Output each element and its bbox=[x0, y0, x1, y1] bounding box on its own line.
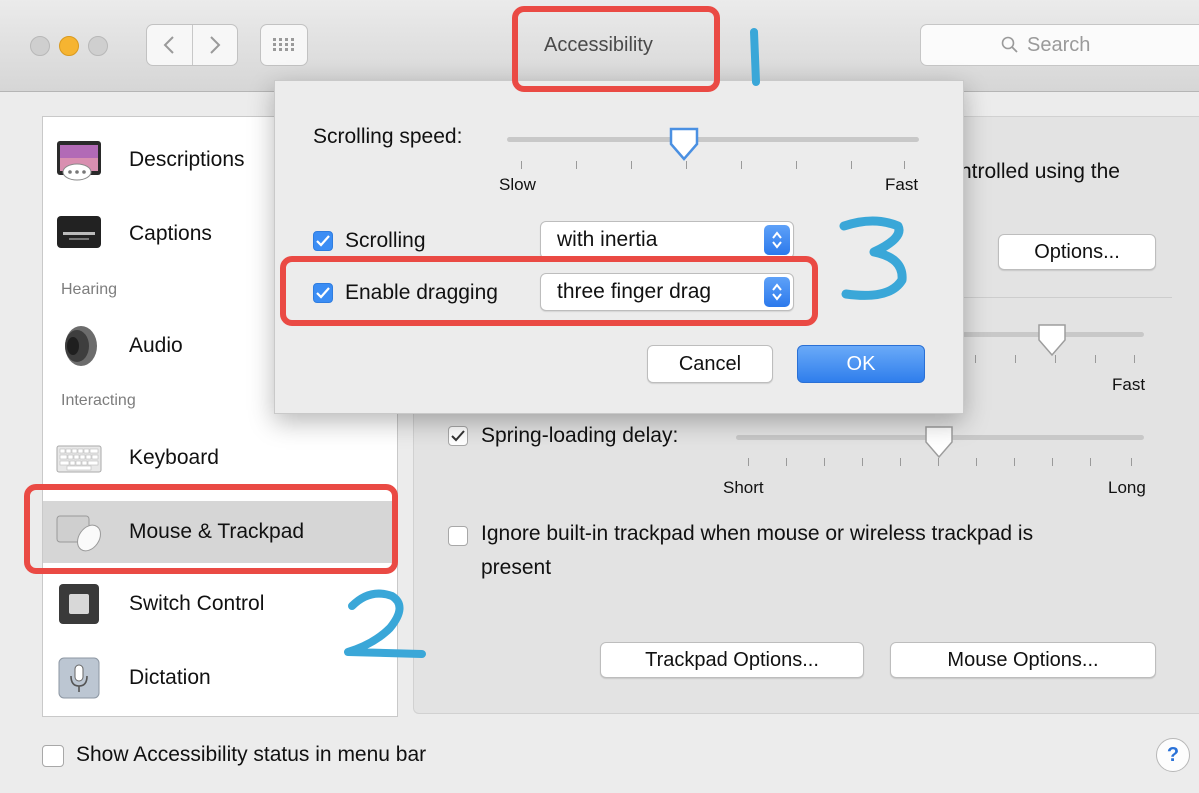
spring-loading-long-label: Long bbox=[1108, 478, 1146, 497]
spring-loading-checkbox[interactable] bbox=[448, 426, 468, 446]
ok-button[interactable]: OK bbox=[797, 345, 925, 383]
show-all-button[interactable] bbox=[260, 24, 308, 66]
ignore-trackpad-label: Ignore built-in trackpad when mouse or w… bbox=[481, 522, 1034, 545]
sidebar-item-keyboard[interactable]: Keyboard bbox=[43, 427, 397, 489]
sidebar-item-label: Audio bbox=[129, 334, 183, 357]
speed-slider-thumb[interactable] bbox=[1036, 322, 1068, 358]
panel-description-text: ntrolled using the bbox=[960, 160, 1120, 183]
ignore-trackpad-label-line2: present bbox=[481, 556, 552, 579]
navigation-buttons bbox=[146, 24, 238, 66]
annotation-box-sidebar bbox=[24, 484, 398, 574]
sidebar-item-label: Dictation bbox=[129, 666, 211, 689]
scrolling-label: Scrolling bbox=[345, 229, 426, 252]
sidebar-item-label: Captions bbox=[129, 222, 212, 245]
scrolling-speed-slider-thumb[interactable] bbox=[667, 125, 701, 163]
chevron-right-icon bbox=[210, 36, 221, 54]
chevron-left-icon bbox=[163, 36, 174, 54]
grid-icon bbox=[273, 38, 294, 51]
scrolling-mode-select[interactable]: with inertia bbox=[540, 221, 794, 259]
options-button[interactable]: Options... bbox=[998, 234, 1156, 270]
back-button[interactable] bbox=[147, 25, 192, 65]
forward-button[interactable] bbox=[191, 25, 238, 65]
sidebar-section-interacting: Interacting bbox=[61, 392, 136, 409]
annotation-number-1 bbox=[750, 28, 760, 86]
help-button[interactable]: ? bbox=[1156, 738, 1190, 772]
sidebar-item-label: Descriptions bbox=[129, 148, 245, 171]
sidebar-item-label: Switch Control bbox=[129, 592, 265, 615]
spring-loading-short-label: Short bbox=[723, 478, 764, 497]
trackpad-options-button[interactable]: Trackpad Options... bbox=[600, 642, 864, 678]
microphone-icon bbox=[55, 654, 103, 702]
sidebar-section-hearing: Hearing bbox=[61, 281, 118, 298]
checkmark-icon bbox=[316, 235, 330, 247]
cancel-button[interactable]: Cancel bbox=[647, 345, 773, 383]
keyboard-icon bbox=[55, 434, 103, 482]
annotation-number-2 bbox=[344, 589, 426, 658]
scrolling-checkbox[interactable] bbox=[313, 231, 333, 251]
sidebar-item-label: Keyboard bbox=[129, 446, 219, 469]
search-placeholder: Search bbox=[1027, 33, 1091, 56]
speed-fast-label: Fast bbox=[1112, 375, 1146, 394]
annotation-box-title bbox=[512, 6, 720, 92]
close-window-button[interactable] bbox=[30, 36, 50, 56]
switch-control-icon bbox=[55, 580, 103, 628]
mouse-options-button[interactable]: Mouse Options... bbox=[890, 642, 1156, 678]
annotation-number-3 bbox=[839, 216, 907, 300]
speaker-icon bbox=[55, 322, 103, 370]
show-status-checkbox[interactable] bbox=[42, 745, 64, 767]
search-field[interactable]: Search bbox=[920, 24, 1199, 66]
show-status-label: Show Accessibility status in menu bar bbox=[76, 743, 427, 766]
spring-loading-label: Spring-loading delay: bbox=[481, 424, 679, 447]
minimize-window-button[interactable] bbox=[59, 36, 79, 56]
checkmark-icon bbox=[451, 430, 465, 442]
scrolling-speed-slider-ticks bbox=[521, 161, 905, 169]
spring-loading-slider-thumb[interactable] bbox=[923, 424, 955, 460]
maximize-window-button[interactable] bbox=[88, 36, 108, 56]
descriptions-icon bbox=[55, 136, 103, 184]
scrolling-speed-label: Scrolling speed: bbox=[313, 125, 463, 148]
search-icon bbox=[1001, 36, 1018, 53]
annotation-box-dragging bbox=[280, 256, 818, 326]
scrolling-mode-value: with inertia bbox=[557, 228, 658, 251]
separator bbox=[962, 297, 1172, 298]
updown-arrows-icon bbox=[764, 225, 790, 255]
ignore-trackpad-checkbox[interactable] bbox=[448, 526, 468, 546]
scrolling-speed-slider-track[interactable] bbox=[507, 137, 919, 142]
scrolling-speed-slow-label: Slow bbox=[499, 175, 536, 194]
captions-icon bbox=[55, 210, 103, 258]
scrolling-speed-fast-label: Fast bbox=[885, 175, 919, 194]
